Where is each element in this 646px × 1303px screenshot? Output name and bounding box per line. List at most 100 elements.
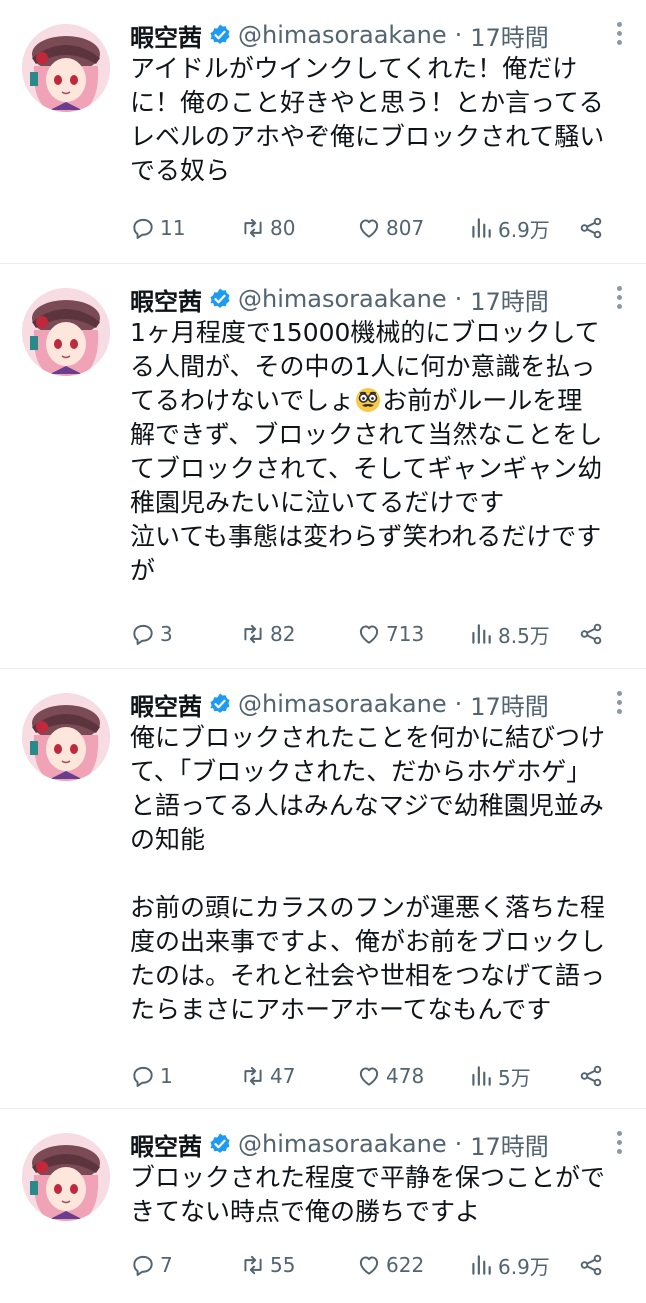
retweet-button[interactable]: 80 xyxy=(240,215,295,241)
tweet-header: 暇空茜 @himasoraakane · 17時間 xyxy=(130,282,549,316)
retweet-count: 82 xyxy=(270,622,296,646)
display-name[interactable]: 暇空茜 xyxy=(130,1127,202,1162)
view-count: 8.5万 xyxy=(498,623,550,648)
tweet-header: 暇空茜 @himasoraakane · 17時間 xyxy=(130,687,549,721)
timestamp[interactable]: 17時間 xyxy=(470,1127,549,1162)
display-name[interactable]: 暇空茜 xyxy=(130,687,202,722)
like-count: 478 xyxy=(386,1064,425,1088)
view-count: 6.9万 xyxy=(498,217,550,242)
timestamp[interactable]: 17時間 xyxy=(470,687,549,722)
tweet-text-line: たらまさにアホーアホーてなもんです xyxy=(130,995,552,1024)
display-name[interactable]: 暇空茜 xyxy=(130,18,202,53)
separator-dot: · xyxy=(454,690,463,718)
timestamp[interactable]: 17時間 xyxy=(470,282,549,317)
tweet[interactable]: 暇空茜 @himasoraakane · 17時間 アイドルがウインクしてくれた… xyxy=(0,0,646,264)
reply-button[interactable]: 1 xyxy=(130,1063,173,1089)
reply-button[interactable]: 11 xyxy=(130,215,185,241)
tweet-text-line: てブロックされて、そしてギャンギャン幼 xyxy=(130,454,603,483)
tweet-text-line: に！俺のこと好きやと思う！とか言ってる xyxy=(130,88,604,117)
reply-count: 11 xyxy=(160,216,186,240)
reply-button[interactable]: 3 xyxy=(130,621,173,647)
tweet-text-line: お前の頭にカラスのフンが運悪く落ちた程 xyxy=(130,893,606,922)
views-button[interactable]: 5万 xyxy=(468,1062,531,1091)
views-button[interactable]: 6.9万 xyxy=(468,1251,550,1280)
retweet-icon xyxy=(244,1255,262,1275)
tweet-text: 1ヶ月程度で15000機械的にブロックして る人間が、その中の1人に何か意識を払… xyxy=(130,316,630,588)
user-handle[interactable]: @himasoraakane xyxy=(238,690,447,718)
tweet-text: ブロックされた程度で平静を保つことがで きてない時点で俺の勝ちですよ xyxy=(130,1161,630,1229)
retweet-button[interactable]: 47 xyxy=(240,1063,295,1089)
tweet[interactable]: 暇空茜 @himasoraakane · 17時間 1ヶ月程度で15000機械的… xyxy=(0,264,646,669)
tweet-text-line: 度の出来事ですよ、俺がお前をブロックし xyxy=(130,927,606,956)
reply-count: 3 xyxy=(160,622,173,646)
tweet[interactable]: 暇空茜 @himasoraakane · 17時間 ブロックされた程度で平静を保… xyxy=(0,1109,646,1303)
reply-count: 1 xyxy=(160,1064,173,1088)
share-button[interactable] xyxy=(578,215,608,241)
avatar[interactable] xyxy=(22,24,110,112)
views-button[interactable]: 8.5万 xyxy=(468,620,550,649)
tweet-text-line: が xyxy=(130,556,156,585)
share-button[interactable] xyxy=(578,1252,608,1278)
user-handle[interactable]: @himasoraakane xyxy=(238,21,447,49)
tweet-text-line: 解できず、ブロックされて当然なことをし xyxy=(130,420,603,449)
tweet-text-line: の知能 xyxy=(130,825,206,854)
retweet-button[interactable]: 55 xyxy=(240,1252,295,1278)
timeline: 暇空茜 @himasoraakane · 17時間 アイドルがウインクしてくれた… xyxy=(0,0,646,1303)
heart-icon xyxy=(359,1256,379,1275)
tweet-text-line: ブロックされた程度で平静を保つことがで xyxy=(130,1163,606,1192)
retweet-button[interactable]: 82 xyxy=(240,621,295,647)
retweet-icon xyxy=(244,218,262,238)
like-count: 713 xyxy=(386,622,425,646)
heart-icon xyxy=(359,219,379,238)
tweet-header: 暇空茜 @himasoraakane · 17時間 xyxy=(130,18,549,52)
user-handle[interactable]: @himasoraakane xyxy=(238,285,447,313)
reply-button[interactable]: 7 xyxy=(130,1252,173,1278)
like-button[interactable]: 478 xyxy=(356,1063,424,1089)
verified-badge-icon xyxy=(208,692,232,716)
tweet-text: アイドルがウインクしてくれた！俺だけ に！俺のこと好きやと思う！とか言ってる レ… xyxy=(130,52,630,188)
separator-dot: · xyxy=(454,285,463,313)
heart-icon xyxy=(359,1067,379,1086)
view-count: 5万 xyxy=(498,1065,531,1090)
bar-chart-icon xyxy=(472,218,491,238)
speech-bubble-icon xyxy=(133,1255,153,1276)
avatar[interactable] xyxy=(22,288,110,376)
speech-bubble-icon xyxy=(133,624,153,645)
speech-bubble-icon xyxy=(133,1066,153,1087)
share-button[interactable] xyxy=(578,621,608,647)
avatar[interactable] xyxy=(22,1133,110,1221)
tweet-text-line: て、「ブロックされた、だからホゲホゲ」 xyxy=(130,757,592,786)
display-name[interactable]: 暇空茜 xyxy=(130,282,202,317)
verified-badge-icon xyxy=(208,1132,232,1156)
vertical-ellipsis-icon[interactable] xyxy=(614,691,624,717)
vertical-ellipsis-icon[interactable] xyxy=(614,1131,624,1157)
separator-dot: · xyxy=(454,21,463,49)
tweet-text-segment: お前がルールを理 xyxy=(382,386,583,415)
retweet-icon xyxy=(244,624,262,644)
separator-dot: · xyxy=(454,1130,463,1158)
tweet-actions: 7 55 622 6.9万 xyxy=(130,1248,620,1282)
vertical-ellipsis-icon[interactable] xyxy=(614,286,624,312)
tweet-text-line: と語ってる人はみんなマジで幼稚園児並み xyxy=(130,791,604,820)
like-button[interactable]: 807 xyxy=(356,215,424,241)
heart-icon xyxy=(359,625,379,644)
tweet-text-line: きてない時点で俺の勝ちですよ xyxy=(130,1197,481,1226)
share-button[interactable] xyxy=(578,1063,608,1089)
like-button[interactable]: 622 xyxy=(356,1252,424,1278)
user-handle[interactable]: @himasoraakane xyxy=(238,1130,447,1158)
tweet-text-blank-line xyxy=(130,857,630,891)
tweet-text-line: 俺にブロックされたことを何かに結びつけ xyxy=(130,723,606,752)
timestamp[interactable]: 17時間 xyxy=(470,18,549,53)
verified-badge-icon xyxy=(208,287,232,311)
tweet[interactable]: 暇空茜 @himasoraakane · 17時間 俺にブロックされたことを何か… xyxy=(0,669,646,1109)
verified-badge-icon xyxy=(208,23,232,47)
like-button[interactable]: 713 xyxy=(356,621,424,647)
share-icon xyxy=(580,217,602,239)
share-icon xyxy=(580,1065,602,1087)
vertical-ellipsis-icon[interactable] xyxy=(614,22,624,48)
avatar[interactable] xyxy=(22,693,110,781)
tweet-text-line: 1ヶ月程度で15000機械的にブロックして xyxy=(130,318,600,347)
views-button[interactable]: 6.9万 xyxy=(468,214,550,243)
disguised-face-emoji xyxy=(356,388,381,412)
tweet-text-segment: てるわけないでしょ xyxy=(130,386,355,415)
